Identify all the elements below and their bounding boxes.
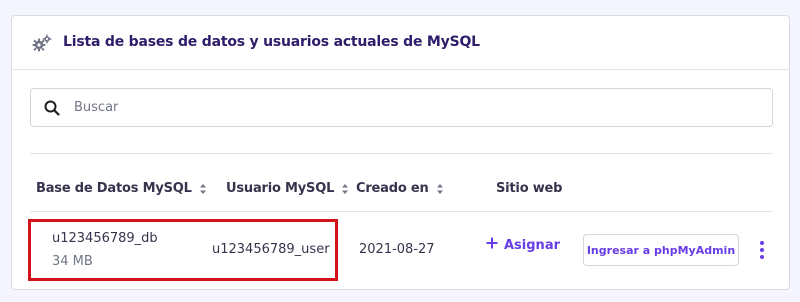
assign-label: Asignar xyxy=(504,237,560,253)
created-date: 2021-08-27 xyxy=(359,242,435,257)
card-title: Lista de bases de datos y usuarios actua… xyxy=(63,34,480,50)
column-header-label: Creado en xyxy=(356,181,429,196)
column-header-label: Usuario MySQL xyxy=(226,181,335,196)
highlight-box xyxy=(28,219,338,281)
column-header-label: Base de Datos MySQL xyxy=(36,181,192,196)
header-divider xyxy=(30,211,773,212)
search-divider xyxy=(30,153,773,154)
sort-icon xyxy=(436,183,444,195)
column-header-label: Sitio web xyxy=(496,181,563,196)
search-input[interactable] xyxy=(74,90,754,125)
more-vertical-icon[interactable] xyxy=(757,240,767,260)
search-icon xyxy=(44,100,60,116)
gears-icon xyxy=(32,34,52,52)
search-box[interactable] xyxy=(30,88,773,127)
sort-icon xyxy=(199,183,207,195)
phpmyadmin-button[interactable]: Ingresar a phpMyAdmin xyxy=(583,234,739,266)
databases-card: Lista de bases de datos y usuarios actua… xyxy=(11,15,790,290)
assign-website-button[interactable]: Asignar xyxy=(486,237,560,253)
plus-icon xyxy=(486,237,498,253)
column-header-user[interactable]: Usuario MySQL xyxy=(226,181,349,196)
column-header-created[interactable]: Creado en xyxy=(356,181,444,196)
column-header-website: Sitio web xyxy=(496,181,562,196)
column-header-database[interactable]: Base de Datos MySQL xyxy=(36,181,207,196)
sort-icon xyxy=(341,183,349,195)
card-header: Lista de bases de datos y usuarios actua… xyxy=(12,16,789,70)
